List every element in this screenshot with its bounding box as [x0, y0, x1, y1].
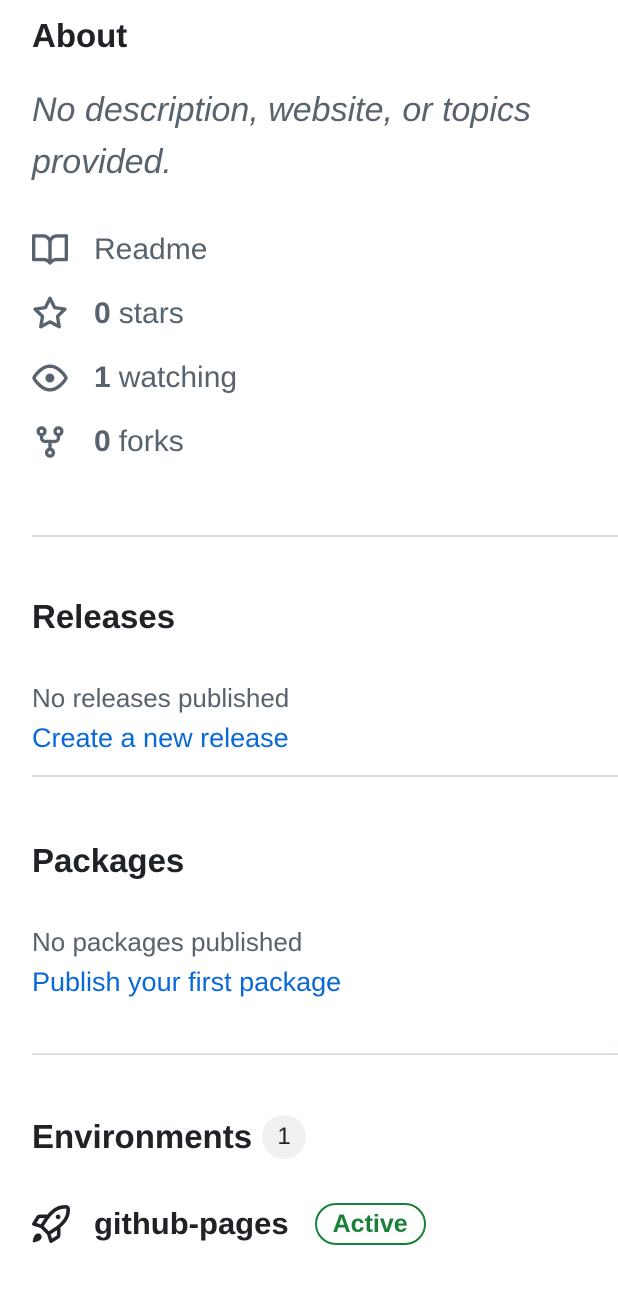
book-icon: [32, 232, 68, 268]
repo-forked-icon: [32, 424, 68, 460]
create-release-link[interactable]: Create a new release: [32, 721, 289, 755]
stars-link[interactable]: 0 stars: [32, 282, 618, 346]
environments-heading[interactable]: Environments: [32, 1117, 252, 1157]
about-description: No description, website, or topics provi…: [32, 91, 531, 181]
forks-label: forks: [118, 425, 184, 458]
about-heading: About: [32, 17, 128, 54]
forks-count: 0: [94, 425, 111, 458]
packages-heading: Packages: [32, 842, 185, 879]
rocket-icon: [32, 1205, 70, 1243]
environment-item: github-pages Active: [32, 1203, 618, 1245]
readme-label: Readme: [94, 233, 208, 266]
watchers-link[interactable]: 1 watching: [32, 346, 618, 410]
environment-status-badge: Active: [314, 1203, 426, 1245]
environments-count-badge: 1: [262, 1115, 307, 1159]
stars-count: 0: [94, 297, 111, 330]
eye-icon: [32, 360, 68, 396]
releases-section: Releases No releases published Create a …: [32, 537, 618, 777]
watching-label: watching: [118, 361, 238, 394]
environment-name-link[interactable]: github-pages: [94, 1206, 289, 1242]
about-section: About No description, website, or topics…: [32, 0, 618, 537]
repo-sidebar: About No description, website, or topics…: [32, 0, 618, 1245]
stars-label: stars: [118, 297, 184, 330]
forks-link[interactable]: 0 forks: [32, 410, 618, 474]
environments-section: Environments 1 github-pages Active: [32, 1055, 618, 1245]
releases-empty-text: No releases published: [32, 683, 290, 713]
watching-count: 1: [94, 361, 111, 394]
readme-link[interactable]: Readme: [32, 218, 618, 282]
publish-package-link[interactable]: Publish your first package: [32, 965, 341, 999]
packages-empty-text: No packages published: [32, 927, 303, 957]
releases-heading: Releases: [32, 598, 176, 635]
about-meta-list: Readme 0 stars 1 watching 0 forks: [32, 218, 618, 474]
star-icon: [32, 296, 68, 332]
packages-section: Packages No packages published Publish y…: [32, 777, 618, 1055]
environments-header: Environments 1: [32, 1055, 618, 1159]
